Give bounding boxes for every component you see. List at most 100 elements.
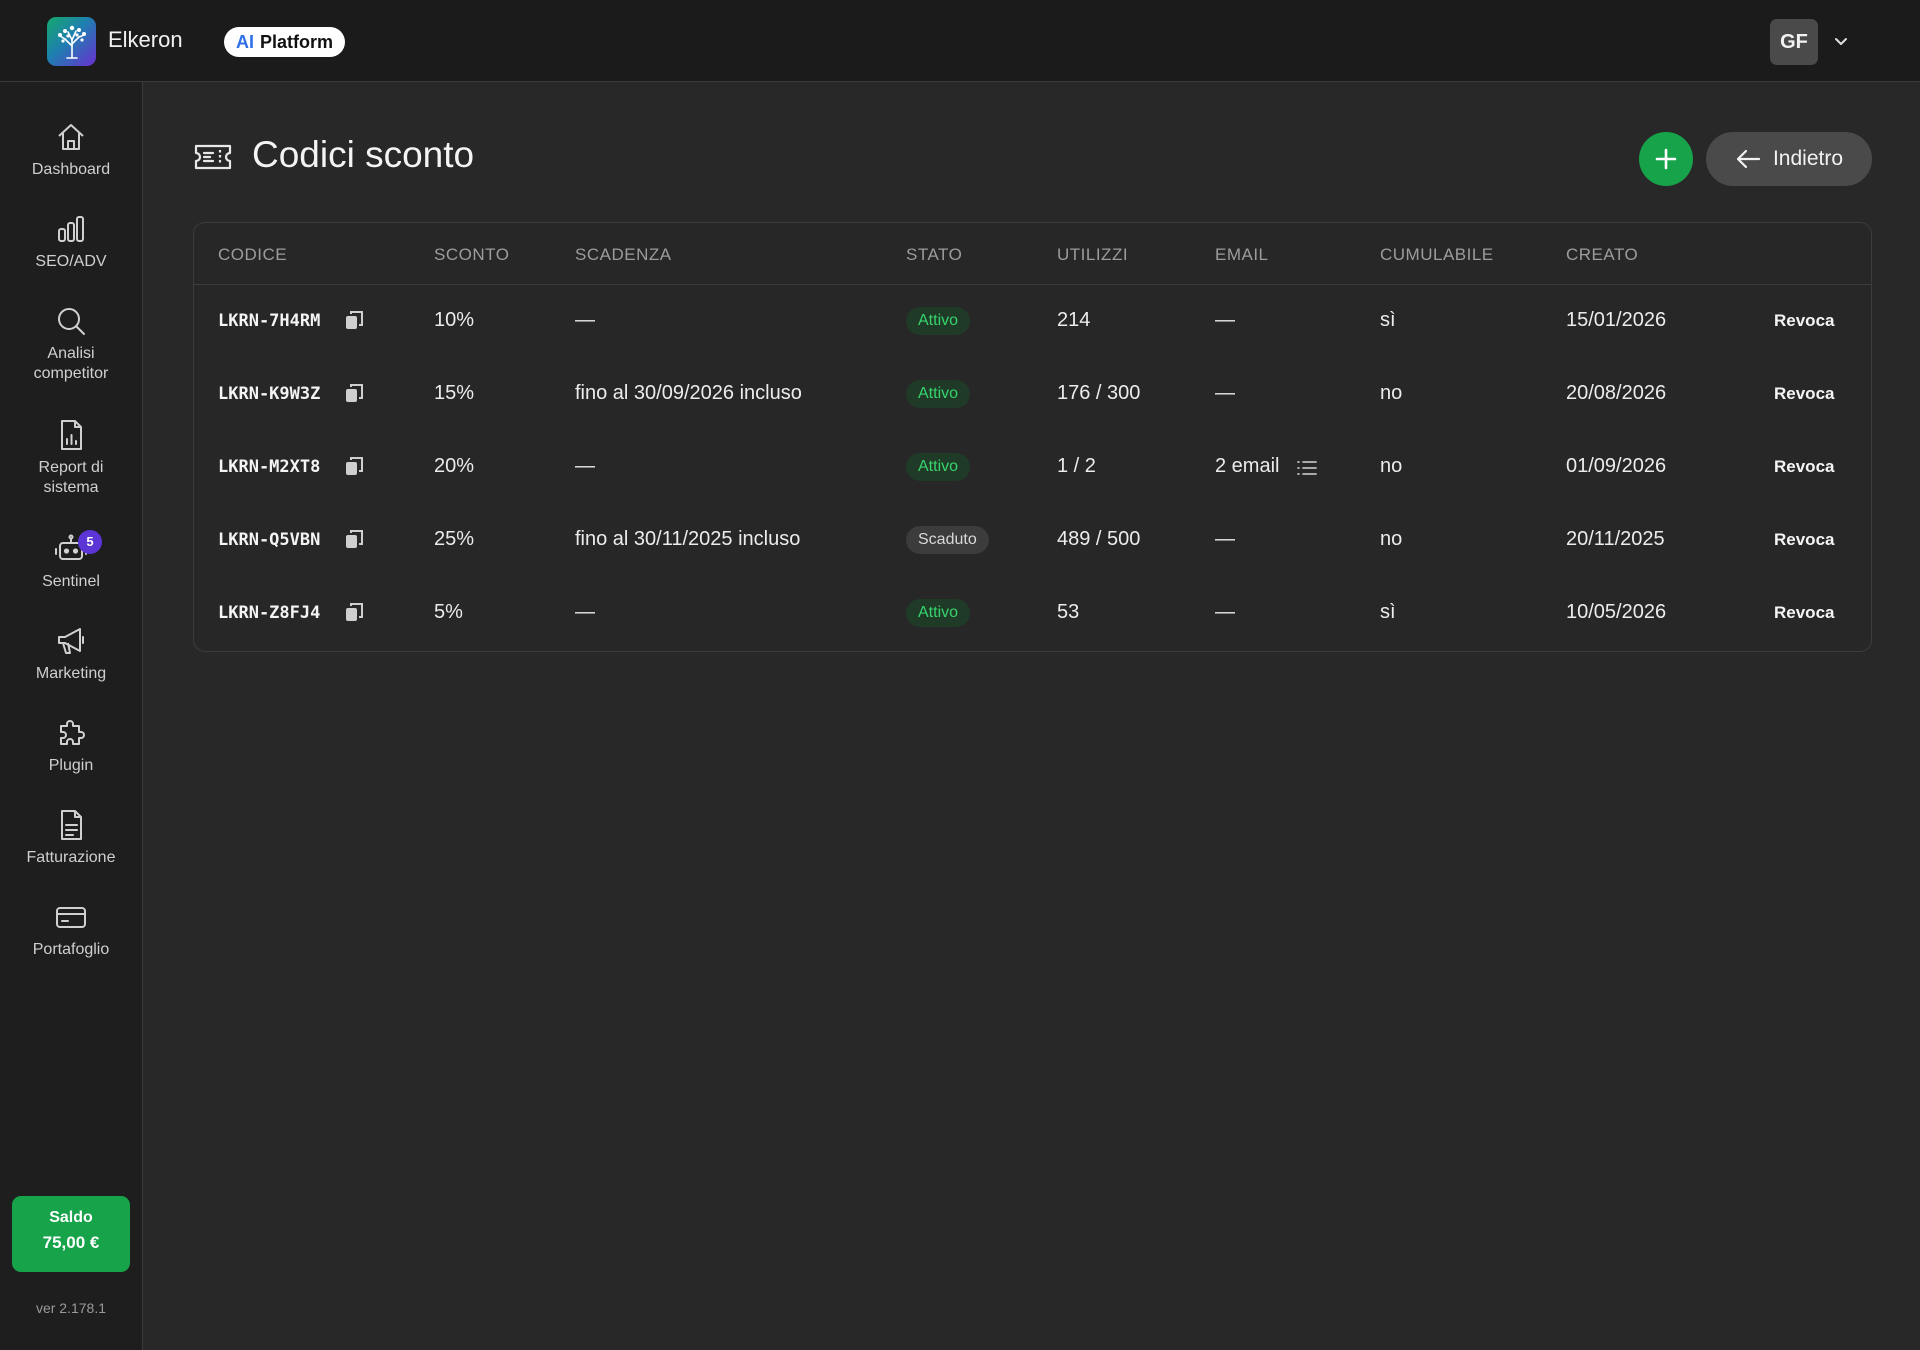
report-icon xyxy=(61,420,82,450)
tree-logo-icon xyxy=(57,25,86,59)
back-button-label: Indietro xyxy=(1772,147,1844,170)
column-header-scadenza[interactable]: SCADENZA xyxy=(575,245,672,265)
uses-value: 489 / 500 xyxy=(1057,528,1141,550)
arrow-left-icon xyxy=(1736,149,1761,169)
cumulative-value: no xyxy=(1380,455,1403,477)
sidebar: Dashboard SEO/ADV Analisi competitor Rep… xyxy=(0,82,143,1350)
app-version: ver 2.178.1 xyxy=(35,1300,107,1316)
uses-value: 53 xyxy=(1057,601,1080,623)
revoke-button[interactable]: Revoca xyxy=(1774,603,1834,623)
status-badge: Scaduto xyxy=(906,526,989,554)
cumulative-value: sì xyxy=(1380,601,1396,623)
sidebar-item-sentinel[interactable]: 5 Sentinel xyxy=(0,530,142,592)
revoke-button[interactable]: Revoca xyxy=(1774,530,1834,550)
column-header-cumulabile[interactable]: CUMULABILE xyxy=(1380,245,1494,265)
user-initials: GF xyxy=(1780,30,1808,53)
sidebar-item-label: Analisi competitor xyxy=(33,345,109,382)
column-header-sconto[interactable]: SCONTO xyxy=(434,245,509,265)
sidebar-item-label: Dashboard xyxy=(31,161,111,178)
brand-logo[interactable] xyxy=(47,17,96,66)
created-value: 10/05/2026 xyxy=(1566,601,1667,623)
status-badge: Attivo xyxy=(906,599,971,627)
wallet-icon xyxy=(56,907,86,928)
expiry-value: — xyxy=(575,309,595,331)
sidebar-item-fatturazione[interactable]: Fatturazione xyxy=(0,808,142,868)
expiry-value: — xyxy=(575,601,595,623)
megaphone-icon xyxy=(58,628,84,654)
uses-value: 1 / 2 xyxy=(1057,455,1096,477)
brand-name: Elkeron xyxy=(108,27,183,52)
status-badge: Attivo xyxy=(906,453,971,481)
copy-icon[interactable] xyxy=(343,382,365,404)
code-value: LKRN-Q5VBN xyxy=(218,530,321,550)
created-value: 01/09/2026 xyxy=(1566,455,1667,477)
column-header-utilizzi[interactable]: UTILIZZI xyxy=(1057,245,1128,265)
column-header-creato[interactable]: CREATO xyxy=(1566,245,1638,265)
user-avatar[interactable]: GF xyxy=(1770,19,1818,65)
code-value: LKRN-7H4RM xyxy=(218,311,321,331)
balance-card[interactable]: Saldo 75,00 € xyxy=(12,1196,130,1272)
created-value: 20/08/2026 xyxy=(1566,382,1667,404)
table-row: LKRN-Z8FJ4 5% — Attivo 53 — sì 10/05/202… xyxy=(194,577,1871,650)
chevron-down-icon[interactable] xyxy=(1832,32,1850,50)
code-value: LKRN-K9W3Z xyxy=(218,384,321,404)
email-value: — xyxy=(1215,382,1235,404)
table-header: CODICE SCONTO SCADENZA STATO UTILIZZI EM… xyxy=(194,223,1871,285)
status-badge: Attivo xyxy=(906,307,971,335)
cumulative-value: no xyxy=(1380,528,1403,550)
expiry-value: fino al 30/09/2026 incluso xyxy=(575,382,802,404)
sidebar-item-analisi-competitor[interactable]: Analisi competitor xyxy=(0,304,142,384)
sidebar-item-portafoglio[interactable]: Portafoglio xyxy=(0,900,142,960)
balance-label: Saldo xyxy=(49,1209,93,1226)
balance-value: 75,00 € xyxy=(42,1233,100,1252)
cumulative-value: no xyxy=(1380,382,1403,404)
copy-icon[interactable] xyxy=(343,455,365,477)
ticket-icon xyxy=(194,144,232,170)
sidebar-item-label: Plugin xyxy=(48,757,94,774)
back-button[interactable]: Indietro xyxy=(1706,132,1872,186)
search-icon xyxy=(58,308,85,335)
code-value: LKRN-Z8FJ4 xyxy=(218,603,321,623)
platform-ai-label: AI xyxy=(236,31,254,52)
home-icon xyxy=(58,124,84,150)
discount-value: 15% xyxy=(434,382,475,404)
email-value: — xyxy=(1215,528,1235,550)
sidebar-item-report-di-sistema[interactable]: Report di sistema xyxy=(0,418,142,498)
sidebar-item-plugin[interactable]: Plugin xyxy=(0,716,142,776)
sidebar-item-label: SEO/ADV xyxy=(35,253,107,270)
column-header-email[interactable]: EMAIL xyxy=(1215,245,1269,265)
discount-value: 5% xyxy=(434,601,463,623)
sidebar-item-label: Portafoglio xyxy=(32,941,110,958)
sidebar-item-label: Marketing xyxy=(35,665,107,682)
platform-label: Platform xyxy=(260,31,334,52)
puzzle-icon xyxy=(60,720,85,745)
discount-value: 25% xyxy=(434,528,475,550)
revoke-button[interactable]: Revoca xyxy=(1774,311,1834,331)
add-code-button[interactable] xyxy=(1639,132,1693,186)
status-badge: Attivo xyxy=(906,380,971,408)
copy-icon[interactable] xyxy=(343,528,365,550)
sidebar-item-dashboard[interactable]: Dashboard xyxy=(0,120,142,180)
revoke-button[interactable]: Revoca xyxy=(1774,384,1834,404)
plus-icon xyxy=(1655,148,1677,170)
platform-badge: AI Platform xyxy=(224,27,346,57)
list-icon[interactable] xyxy=(1296,459,1318,477)
column-header-stato[interactable]: STATO xyxy=(906,245,962,265)
email-list-link[interactable]: 2 email xyxy=(1215,455,1279,478)
sidebar-item-label: Report di sistema xyxy=(38,459,104,496)
email-value: — xyxy=(1215,601,1235,623)
column-header-codice[interactable]: CODICE xyxy=(218,245,287,265)
table-row: LKRN-Q5VBN 25% fino al 30/11/2025 inclus… xyxy=(194,504,1871,577)
cumulative-value: sì xyxy=(1380,309,1396,331)
sidebar-item-marketing[interactable]: Marketing xyxy=(0,624,142,684)
copy-icon[interactable] xyxy=(343,601,365,623)
bar-chart-icon xyxy=(58,216,84,242)
copy-icon[interactable] xyxy=(343,309,365,331)
top-bar: Elkeron AI Platform GF xyxy=(0,0,1920,82)
table-row: LKRN-M2XT8 20% — Attivo 1 / 2 2 email no… xyxy=(194,431,1871,504)
revoke-button[interactable]: Revoca xyxy=(1774,457,1834,477)
sidebar-item-seo-adv[interactable]: SEO/ADV xyxy=(0,212,142,272)
code-value: LKRN-M2XT8 xyxy=(218,457,321,477)
created-value: 15/01/2026 xyxy=(1566,309,1667,331)
sidebar-item-label: Fatturazione xyxy=(26,849,116,866)
